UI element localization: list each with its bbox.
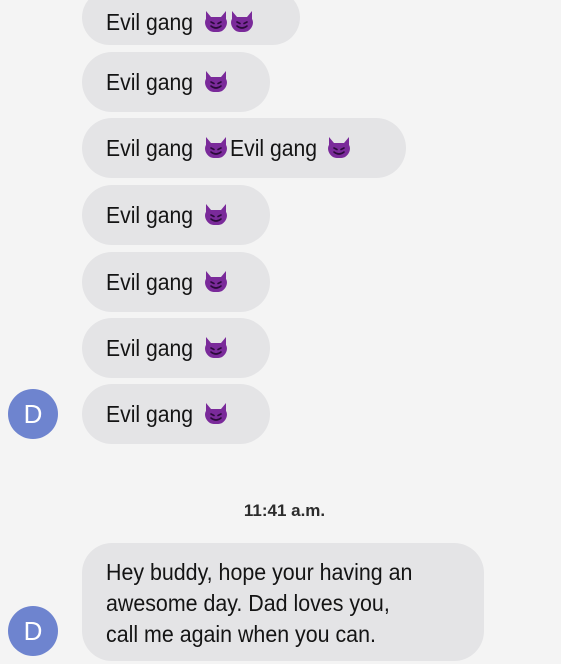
message-bubble[interactable]: Evil gang: [82, 0, 300, 45]
message-text: Evil gang: [106, 8, 194, 35]
message-bubble[interactable]: Evil gang: [82, 52, 270, 112]
purple-devil-emoji-icon: [203, 270, 229, 292]
purple-devil-emoji-icon: [326, 136, 352, 158]
message-text-line: awesome day. Dad loves you,: [106, 590, 390, 616]
avatar-initial: D: [23, 615, 43, 646]
avatar-initial: D: [23, 398, 43, 429]
purple-devil-emoji-icon: [203, 10, 229, 32]
purple-devil-emoji-icon: [203, 402, 229, 424]
message-text: Evil gang: [106, 335, 194, 361]
message-text-line: Hey buddy, hope your having an: [106, 559, 413, 585]
message-text: Evil gang: [106, 401, 194, 427]
message-bubble[interactable]: Evil gang: [82, 185, 270, 245]
message-text-line: call me again when you can.: [106, 621, 376, 647]
message-bubble[interactable]: Hey buddy, hope your having an awesome d…: [82, 543, 484, 661]
message-thread: Evil gang Evil gang Evil gang Evil gang …: [0, 0, 561, 664]
contact-avatar[interactable]: D: [8, 389, 58, 439]
purple-devil-emoji-icon: [203, 203, 229, 225]
message-timestamp: 11:41 a.m.: [243, 501, 326, 520]
message-text: Evil gang: [106, 135, 194, 161]
contact-avatar[interactable]: D: [8, 606, 58, 656]
purple-devil-emoji-icon: [203, 336, 229, 358]
message-bubble[interactable]: Evil gang: [82, 252, 270, 312]
message-text: Evil gang: [106, 202, 194, 228]
message-text: Evil gang: [229, 135, 317, 161]
message-text: Evil gang: [106, 269, 194, 295]
purple-devil-emoji-icon: [203, 136, 229, 158]
purple-devil-emoji-icon: [229, 10, 255, 32]
message-bubble[interactable]: Evil gang Evil gang: [82, 118, 406, 178]
message-text: Evil gang: [106, 69, 194, 95]
message-bubble[interactable]: Evil gang: [82, 384, 270, 444]
purple-devil-emoji-icon: [203, 70, 229, 92]
message-bubble[interactable]: Evil gang: [82, 318, 270, 378]
